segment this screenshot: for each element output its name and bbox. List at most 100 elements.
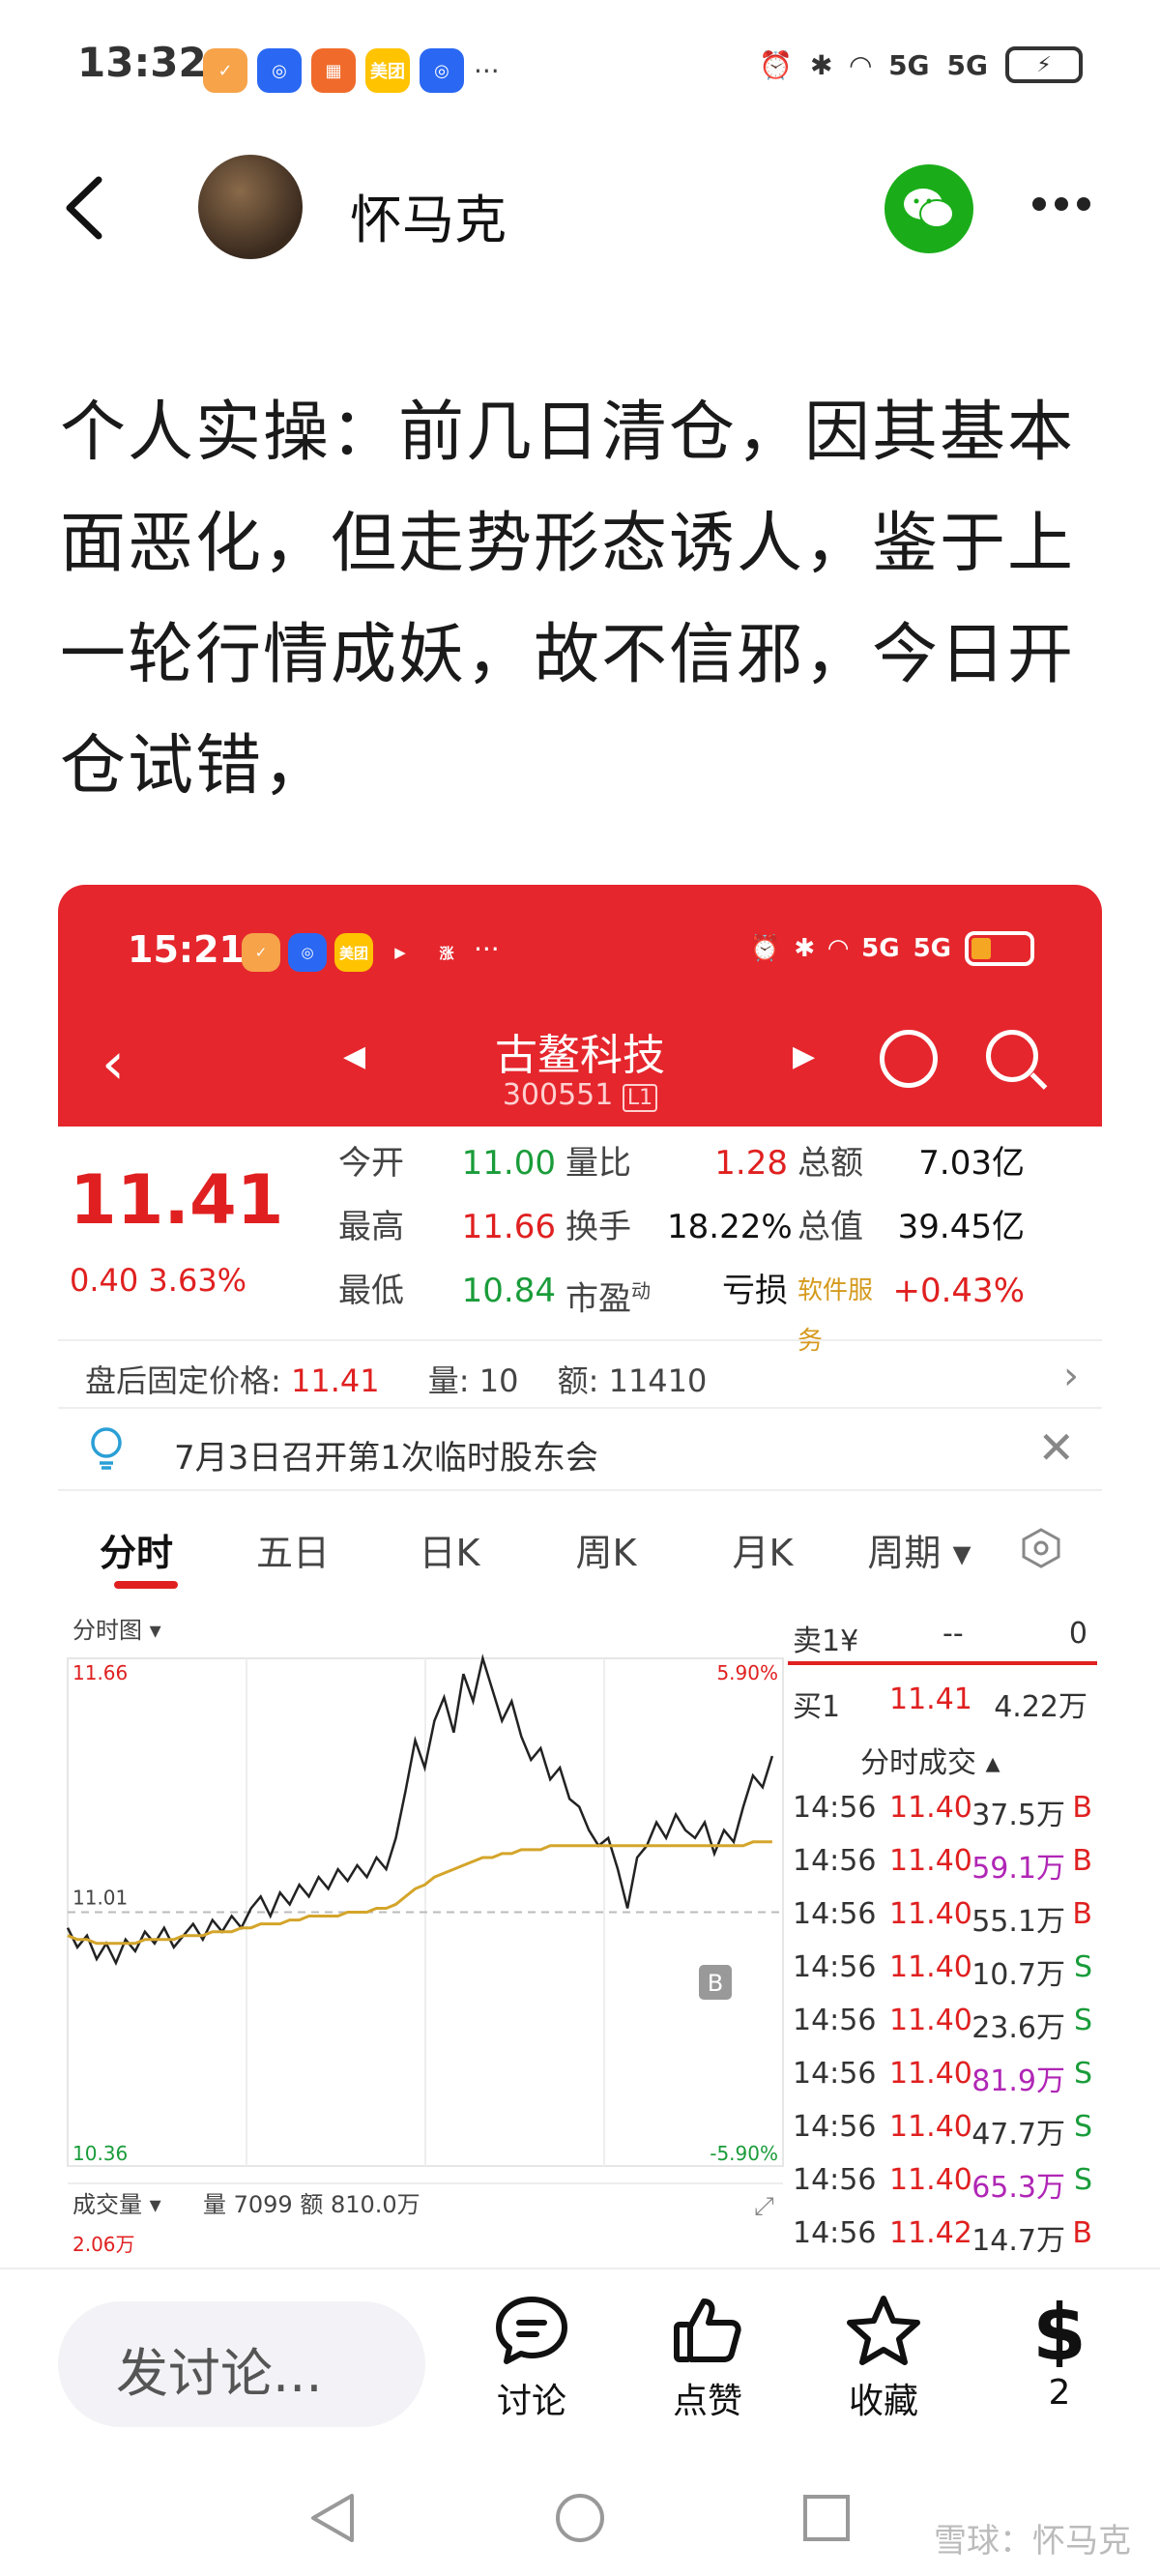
turnover-label: 换手: [566, 1208, 631, 1246]
stock-name: 古鳌科技: [495, 1031, 665, 1080]
tab-1[interactable]: 五日: [215, 1523, 371, 1576]
tick-volume: 81.9万: [972, 2064, 1065, 2098]
tick-time: 14:56: [793, 1897, 877, 1931]
open-value: 11.00: [461, 1144, 556, 1183]
tick-row: 14:56 11.40 47.7万 S: [788, 2110, 1102, 2158]
nav-recents-icon[interactable]: [800, 2492, 853, 2544]
dot-icon: [1055, 197, 1068, 211]
price-change: 0.40 3.63%: [70, 1262, 246, 1299]
low-label: 最低: [338, 1272, 404, 1310]
intraday-chart[interactable]: B 11.66 5.90% 10.36 -5.90% 11.01 分时图 ▾ 成交量 ▾ 量 7…: [58, 1605, 793, 2268]
orderbook-divider: [788, 1661, 1097, 1665]
active-tab-indicator: [114, 1581, 178, 1589]
tick-price: 11.40: [889, 2163, 972, 2197]
after-hours-label: 盘后固定价格:: [85, 1362, 281, 1399]
volume-max-label: 2.06万: [72, 2233, 135, 2256]
back-icon[interactable]: [60, 174, 108, 242]
notice-text[interactable]: 7月3日召开第1次临时股东会: [174, 1431, 598, 1478]
watermark: 雪球：怀马克: [934, 2522, 1131, 2561]
tab-0[interactable]: 分时: [58, 1523, 215, 1576]
embedded-screenshot[interactable]: 15:21 ✓ ◎ 美团 ▶ 涨 ··· ⏰ ✱ ◠ 5G 5G ‹ ◀ 古鳌科技 300…: [58, 885, 1102, 2268]
next-stock-icon[interactable]: ▶: [793, 1039, 815, 1073]
bluetooth-icon: ✱: [810, 48, 833, 81]
buy1-price: 11.41: [889, 1683, 972, 1716]
tab-3[interactable]: 周K: [528, 1523, 684, 1576]
app-notification-icon: 美团: [365, 48, 410, 93]
post-text: 个人实操：前几日清仓，因其基本面恶化，但走势形态诱人，鉴于上一轮行情成妖，故不信…: [60, 395, 1076, 805]
tick-volume: 65.3万: [972, 2171, 1065, 2205]
wifi-icon: ◠: [850, 48, 872, 81]
tab-4[interactable]: 月K: [684, 1523, 841, 1576]
tab-2[interactable]: 日K: [371, 1523, 528, 1576]
wechat-share-button[interactable]: [884, 164, 973, 253]
username[interactable]: 怀马克: [350, 177, 507, 253]
collect-label: 收藏: [848, 2382, 918, 2421]
assistant-icon[interactable]: [880, 1030, 938, 1088]
tick-volume: 23.6万: [972, 2011, 1065, 2045]
comment-input[interactable]: 发讨论...: [58, 2301, 425, 2427]
more-notifications: ···: [474, 933, 500, 965]
tick-side: S: [1073, 2110, 1092, 2144]
tick-time: 14:56: [793, 2004, 877, 2037]
tick-row: 14:56 11.40 81.9万 S: [788, 2057, 1102, 2105]
more-menu-button[interactable]: [1032, 197, 1090, 211]
tick-volume: 59.1万: [972, 1852, 1065, 1886]
settings-hex-icon[interactable]: [1020, 1527, 1062, 1569]
tick-price: 11.42: [889, 2216, 972, 2250]
inner-app-icons: ✓ ◎ 美团 ▶ 涨 ···: [242, 933, 500, 972]
nav-back-icon[interactable]: [307, 2492, 360, 2544]
battery-icon: ⚡: [1005, 46, 1083, 83]
tick-price: 11.40: [889, 2057, 972, 2091]
tick-side: S: [1073, 2004, 1092, 2037]
reward-button[interactable]: $ 2: [1001, 2294, 1117, 2413]
app-notification-icon: 涨: [427, 933, 466, 972]
tick-side: B: [1072, 1844, 1092, 1878]
open-label: 今开: [338, 1144, 404, 1183]
thumbs-up-icon: [674, 2298, 741, 2362]
order-book: 卖1¥ -- 0 买1 11.41 4.22万 分时成交 ▴ 14:56 11.40 37.5万 B…: [788, 1605, 1102, 2268]
high-value: 11.66: [461, 1208, 556, 1246]
status-time: 13:32: [77, 39, 207, 86]
buy1-row: 买1 11.41 4.22万: [788, 1683, 1102, 1731]
tick-time: 14:56: [793, 2163, 877, 2197]
last-price: 11.41: [70, 1160, 284, 1240]
discuss-label: 讨论: [496, 2382, 566, 2421]
app-notification-icon: ◎: [420, 48, 464, 93]
sell1-vol: 0: [1068, 1617, 1088, 1651]
high-label: 最高: [338, 1208, 404, 1246]
tick-price: 11.40: [889, 1897, 972, 1931]
discuss-button[interactable]: 讨论: [474, 2294, 590, 2423]
tick-price: 11.40: [889, 1844, 972, 1878]
tick-volume: 47.7万: [972, 2118, 1065, 2152]
search-icon[interactable]: [986, 1030, 1038, 1082]
pe-label-text: 市盈: [566, 1279, 631, 1319]
collect-button[interactable]: 收藏: [826, 2294, 942, 2423]
app-notification-icon: 美团: [334, 933, 373, 972]
avatar[interactable]: [198, 155, 303, 259]
trade-marker-label: B: [708, 1970, 723, 1997]
dot-icon: [1032, 197, 1046, 211]
buy1-label: 买1: [793, 1690, 841, 1724]
close-icon[interactable]: ✕: [1037, 1421, 1075, 1474]
dot-icon: [1077, 197, 1090, 211]
chevron-right-icon[interactable]: ›: [1063, 1354, 1079, 1398]
app-notification-icon: ◎: [257, 48, 302, 93]
tick-price: 11.40: [889, 1791, 972, 1825]
after-hours-amt: 11410: [608, 1362, 708, 1399]
prev-close-label: 11.01: [72, 1887, 128, 1910]
like-button[interactable]: 点赞: [650, 2294, 766, 2423]
tick-time: 14:56: [793, 2216, 877, 2250]
nav-home-icon[interactable]: [554, 2492, 606, 2544]
chat-bubble-icon: [496, 2297, 567, 2364]
sector-label[interactable]: 软件服务: [798, 1266, 889, 1366]
after-hours-row[interactable]: 盘后固定价格: 11.41 量: 10 额: 11410: [85, 1357, 707, 1401]
app-notification-icon: ▦: [311, 48, 356, 93]
tab-5[interactable]: 周期 ▾: [841, 1523, 998, 1576]
signal-sim1: 5G: [888, 48, 930, 81]
status-app-icons: ✓ ◎ ▦ 美团 ◎ ···: [203, 48, 500, 93]
level-tag: L1: [622, 1084, 658, 1112]
bluetooth-icon: ✱: [794, 934, 816, 963]
amount-value: 7.03亿: [918, 1144, 1025, 1183]
tick-price: 11.40: [889, 1950, 972, 1984]
divider: [58, 1339, 1102, 1341]
